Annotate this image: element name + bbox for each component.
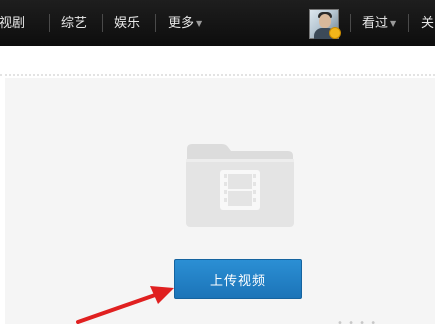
history-label: 看过: [362, 16, 389, 31]
nav-separator: [155, 14, 156, 32]
top-navigation-bar: 视剧 综艺 娱乐 更多 ▼ 看过 ▼ 关: [0, 0, 435, 46]
nav-item-tv-series[interactable]: 视剧: [0, 15, 25, 33]
nav-separator: [408, 14, 409, 32]
avatar-head: [319, 14, 331, 28]
nav-item-entertainment[interactable]: 娱乐: [114, 15, 140, 33]
chevron-down-icon: ▼: [390, 19, 397, 28]
history-menu[interactable]: 看过 ▼: [362, 15, 396, 33]
video-folder-icon: [186, 144, 294, 227]
nav-separator: [102, 14, 103, 32]
content-top-divider: [0, 74, 435, 76]
nav-separator: [350, 14, 351, 32]
nav-separator: [49, 14, 50, 32]
nav-item-variety[interactable]: 综艺: [61, 15, 87, 33]
upload-video-button[interactable]: 上传视频: [174, 259, 302, 299]
nav-item-more[interactable]: 更多 ▼: [168, 15, 202, 33]
nav-more-label: 更多: [168, 16, 195, 31]
chevron-down-icon: ▼: [196, 19, 203, 28]
vip-badge-icon: [329, 27, 341, 39]
nav-item-follow[interactable]: 关: [421, 15, 434, 33]
red-arrow-icon: [76, 286, 174, 324]
